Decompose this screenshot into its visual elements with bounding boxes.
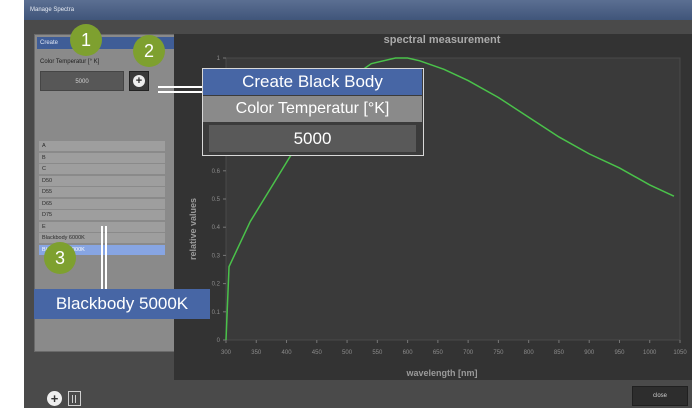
create-black-body-callout: Create Black Body Color Temperatur [°K] … (202, 68, 424, 156)
x-tick-label: 900 (584, 350, 595, 356)
x-tick-label: 650 (433, 350, 444, 356)
x-tick-label: 600 (403, 350, 414, 356)
y-tick-label: 0.2 (212, 282, 221, 288)
y-tick-label: 0.1 (212, 310, 221, 316)
callout-list-item: Blackbody 5000K (34, 289, 210, 319)
x-tick-label: 700 (463, 350, 474, 356)
add-spectrum-icon[interactable]: + (47, 391, 62, 406)
callout-connector (105, 226, 107, 290)
x-tick-label: 850 (554, 350, 565, 356)
manage-spectra-window: Manage Spectra Create Color Temperatur [… (24, 0, 692, 408)
spectra-list-item[interactable]: D75 (39, 210, 165, 220)
x-tick-label: 1000 (643, 350, 657, 356)
x-tick-label: 400 (282, 350, 293, 356)
trash-icon[interactable] (68, 391, 81, 406)
callout-connector (101, 226, 103, 290)
callout-header: Create Black Body (203, 69, 422, 95)
y-tick-label: 0.4 (212, 225, 221, 231)
x-tick-label: 450 (312, 350, 323, 356)
spectra-list-item[interactable]: D65 (39, 198, 165, 209)
plus-icon: + (133, 75, 145, 87)
step-badge-2: 2 (133, 35, 165, 67)
x-tick-label: 550 (372, 350, 383, 356)
callout-temp-label: Color Temperatur [°K] (203, 96, 422, 122)
y-tick-label: 0.5 (212, 197, 221, 203)
spectra-list-item[interactable]: A (39, 141, 165, 151)
spectra-list-item[interactable]: B (39, 152, 165, 163)
window-title: Manage Spectra (24, 0, 692, 20)
y-tick-label: 0.3 (212, 253, 221, 259)
callout-connector (158, 86, 202, 88)
color-temperature-label: Color Temperatur [° K] (40, 59, 100, 65)
spectra-list-item[interactable]: D55 (39, 187, 165, 197)
x-tick-label: 350 (251, 350, 262, 356)
spectra-list-item[interactable]: D50 (39, 175, 165, 186)
x-tick-label: 1050 (673, 350, 687, 356)
x-tick-label: 800 (524, 350, 535, 356)
step-badge-1: 1 (70, 24, 102, 56)
x-tick-label: 500 (342, 350, 353, 356)
list-actions: + (47, 391, 81, 406)
x-tick-label: 750 (493, 350, 504, 356)
callout-temp-value: 5000 (209, 125, 416, 152)
x-tick-label: 950 (614, 350, 625, 356)
color-temperature-input[interactable]: 5000 (40, 71, 124, 91)
create-blackbody-button[interactable]: + (129, 71, 149, 91)
y-tick-label: 1 (217, 56, 221, 62)
callout-connector (158, 91, 202, 93)
step-badge-3: 3 (44, 242, 76, 274)
x-tick-label: 300 (221, 350, 232, 356)
y-tick-label: 0 (217, 338, 221, 344)
y-tick-label: 0.6 (212, 169, 221, 175)
spectra-list-item[interactable]: C (39, 164, 165, 174)
close-button[interactable]: close (632, 386, 688, 406)
